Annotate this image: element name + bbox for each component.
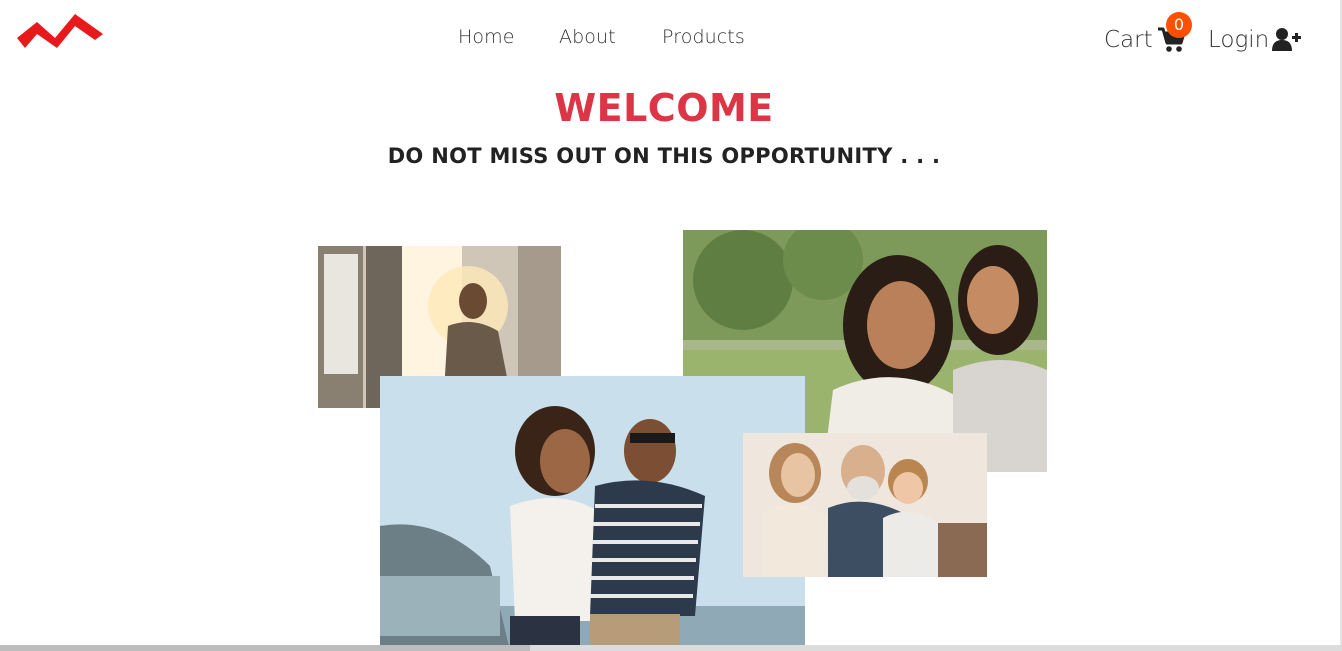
cart-count-badge: 0 xyxy=(1166,12,1192,38)
hero-subtitle: DO NOT MISS OUT ON THIS OPPORTUNITY . . … xyxy=(387,144,941,168)
nav-link-products[interactable]: Products xyxy=(662,26,745,48)
nav-link-about[interactable]: About xyxy=(559,26,616,48)
login-button[interactable]: Login xyxy=(1208,24,1302,56)
photo-grandfather-with-kids xyxy=(743,433,987,577)
welcome-title: WELCOME xyxy=(554,86,774,130)
cart-label: Cart xyxy=(1104,27,1153,53)
photo-couple-by-car xyxy=(380,376,805,651)
horizontal-scrollbar-thumb[interactable] xyxy=(0,645,530,651)
nav-link-home[interactable]: Home xyxy=(458,26,515,48)
user-plus-icon xyxy=(1272,27,1302,53)
login-label: Login xyxy=(1208,27,1270,53)
